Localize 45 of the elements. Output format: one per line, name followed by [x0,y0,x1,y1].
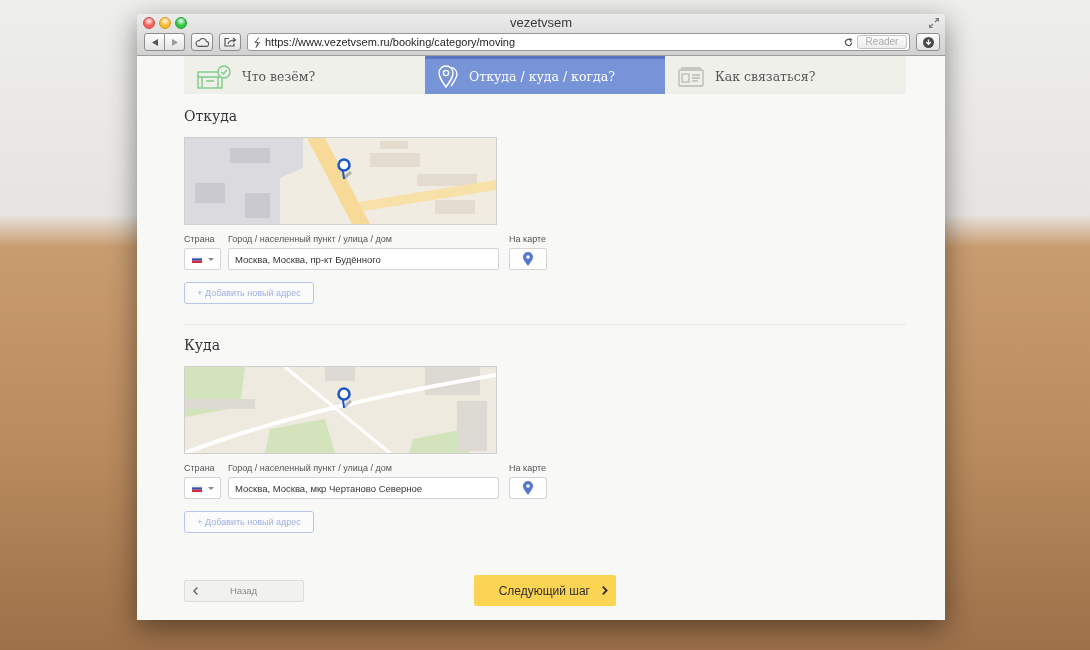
map-pin-icon [523,481,533,495]
field-label: На карте [509,463,546,474]
section-title: Куда [184,337,221,353]
chevron-right-icon [602,586,608,595]
map-button[interactable] [509,248,547,270]
field-label: Страна [184,234,215,245]
share-button[interactable] [219,33,241,51]
address-input[interactable]: Москва, Москва, мкр Чертаново Северное [228,477,499,499]
expand-icon[interactable] [929,17,939,28]
cloud-button[interactable] [191,33,213,51]
field-label: Город / населенный пункт / улица / дом [228,463,392,474]
field-label: На карте [509,234,546,245]
close-icon[interactable] [143,16,155,29]
bolt-icon [254,36,261,48]
download-icon [922,36,934,48]
share-icon [223,37,237,47]
address-field[interactable]: https://www.vezetvsem.ru/booking/category/moving Reader [247,33,910,51]
zoom-icon[interactable] [175,16,187,29]
triangle-right-icon [171,38,178,46]
next-step-button[interactable]: Следующий шаг [474,575,616,606]
flag-icon [192,484,202,492]
address-input[interactable]: Москва, Москва, пр-кт Будённого [228,248,499,270]
map-pin-icon [337,387,352,409]
window-title: vezetvsem [509,14,573,31]
reload-icon[interactable] [844,37,853,47]
field-label: Страна [184,463,215,474]
cloud-icon [195,37,209,47]
map-button[interactable] [509,477,547,499]
chevron-left-icon [193,586,198,595]
flag-icon [192,255,202,263]
field-label: Город / населенный пункт / улица / дом [228,234,392,245]
caret-down-icon [208,257,214,261]
back-button[interactable] [144,33,165,51]
section-title: Откуда [184,108,238,124]
triangle-left-icon [151,38,158,46]
country-select[interactable] [184,477,221,499]
forward-button[interactable] [165,33,185,51]
map-pin-icon [523,252,533,266]
step-tab[interactable]: Что везём? [184,56,425,94]
map-pin-icon [337,158,352,180]
country-select[interactable] [184,248,221,270]
caret-down-icon [208,486,214,490]
step-tab[interactable]: Как связаться? [665,56,906,94]
downloads-button[interactable] [916,33,940,51]
url-text: https://www.vezetvsem.ru/booking/category/moving [265,35,517,49]
